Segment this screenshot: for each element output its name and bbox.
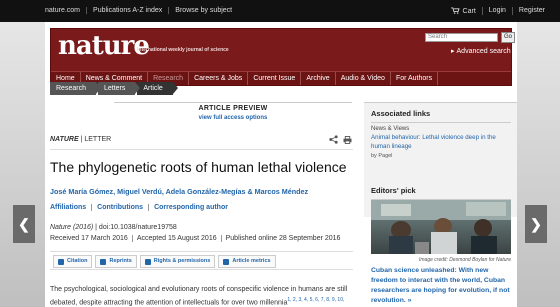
site-link[interactable]: nature.com bbox=[45, 7, 88, 14]
author-links: Affiliations Contributions Corresponding… bbox=[50, 204, 233, 211]
breadcrumb-letters[interactable]: Letters bbox=[97, 82, 141, 95]
print-icon[interactable] bbox=[343, 136, 352, 144]
document-icon bbox=[100, 258, 107, 265]
associated-byline: by Pagel bbox=[371, 153, 393, 159]
citation-line: Nature (2016) | doi:10.1038/nature19758 bbox=[50, 224, 177, 231]
dates-line: Received 17 March 2016 Accepted 15 Augus… bbox=[50, 235, 344, 242]
nav-audio-video[interactable]: Audio & Video bbox=[336, 72, 391, 85]
preview-title: ARTICLE PREVIEW bbox=[198, 105, 268, 112]
page-content: nature International weekly journal of s… bbox=[45, 22, 517, 307]
contributions-link[interactable]: Contributions bbox=[92, 204, 150, 211]
download-icon bbox=[58, 258, 64, 265]
cart-link[interactable]: Cart bbox=[445, 7, 483, 15]
reference-links[interactable]: 1, 2, 3, 4, 5, 6, 7, 8, 9, 10, bbox=[287, 297, 344, 303]
journal-label: NATURE | LETTER bbox=[50, 136, 112, 143]
nature-logo[interactable]: nature bbox=[58, 31, 150, 61]
abstract-text: The psychological, sociological and evol… bbox=[50, 286, 348, 307]
chevron-left-icon: ❮ bbox=[18, 215, 30, 232]
arrow-right-icon: ▸ bbox=[451, 48, 455, 55]
associated-category: News & Views bbox=[371, 126, 410, 132]
tagline: International weekly journal of science bbox=[137, 47, 229, 53]
login-link[interactable]: Login bbox=[483, 7, 513, 15]
article-tools: Citation Reprints Rights & permissions A… bbox=[50, 251, 353, 270]
browse-subject-link[interactable]: Browse by subject bbox=[169, 7, 238, 14]
article-metrics-button[interactable]: Article metrics bbox=[218, 255, 276, 268]
next-arrow-button[interactable]: ❯ bbox=[525, 205, 547, 243]
access-options-link[interactable]: view full access options bbox=[114, 115, 352, 121]
citation-button[interactable]: Citation bbox=[53, 255, 93, 268]
editors-pick-link[interactable]: Cuban science unleashed: With new freedo… bbox=[371, 266, 513, 306]
breadcrumb: Research Letters Article bbox=[50, 82, 179, 95]
advanced-search-link[interactable]: ▸ Advanced search bbox=[451, 47, 511, 55]
reprints-button[interactable]: Reprints bbox=[95, 255, 137, 268]
nav-archive[interactable]: Archive bbox=[301, 72, 336, 85]
cart-icon bbox=[450, 7, 460, 14]
search-input[interactable]: Search bbox=[425, 33, 498, 42]
accepted-date: Accepted 15 August 2016 bbox=[133, 235, 222, 242]
author-list[interactable]: José María Gómez, Miguel Verdú, Adela Go… bbox=[50, 187, 308, 196]
rights-icon bbox=[144, 258, 151, 265]
search-go-button[interactable]: Go bbox=[501, 32, 515, 43]
received-date: Received 17 March 2016 bbox=[50, 235, 133, 242]
top-bar: nature.com Publications A-Z index Browse… bbox=[0, 0, 560, 22]
metrics-icon bbox=[223, 258, 230, 265]
chevron-right-icon: ❯ bbox=[530, 215, 542, 232]
publications-link[interactable]: Publications A-Z index bbox=[87, 7, 170, 14]
breadcrumb-article: Article bbox=[137, 82, 179, 95]
nav-careers[interactable]: Careers & Jobs bbox=[189, 72, 249, 85]
divider bbox=[50, 149, 353, 150]
article-title: The phylogenetic roots of human lethal v… bbox=[50, 159, 347, 175]
corresponding-author-link[interactable]: Corresponding author bbox=[149, 204, 233, 211]
divider bbox=[371, 122, 511, 123]
previous-arrow-button[interactable]: ❮ bbox=[13, 205, 35, 243]
associated-article-link[interactable]: Animal behaviour: Lethal violence deep i… bbox=[371, 134, 511, 151]
published-date: Published online 28 September 2016 bbox=[225, 235, 341, 242]
rights-permissions-button[interactable]: Rights & permissions bbox=[139, 255, 216, 268]
article-preview: ARTICLE PREVIEW view full access options bbox=[114, 102, 352, 121]
masthead: nature International weekly journal of s… bbox=[50, 28, 515, 86]
affiliations-link[interactable]: Affiliations bbox=[50, 204, 93, 211]
breadcrumb-research[interactable]: Research bbox=[50, 82, 101, 95]
share-icon[interactable] bbox=[329, 135, 338, 144]
register-link[interactable]: Register bbox=[513, 7, 545, 15]
editors-pick-heading: Editors' pick bbox=[371, 186, 416, 195]
nav-current-issue[interactable]: Current Issue bbox=[248, 72, 302, 85]
nav-for-authors[interactable]: For Authors bbox=[391, 72, 439, 85]
editors-pick-image[interactable] bbox=[371, 200, 511, 254]
associated-links-heading: Associated links bbox=[371, 109, 431, 118]
image-credit: Image credit: Desmond Boylan for Nature bbox=[419, 257, 511, 263]
